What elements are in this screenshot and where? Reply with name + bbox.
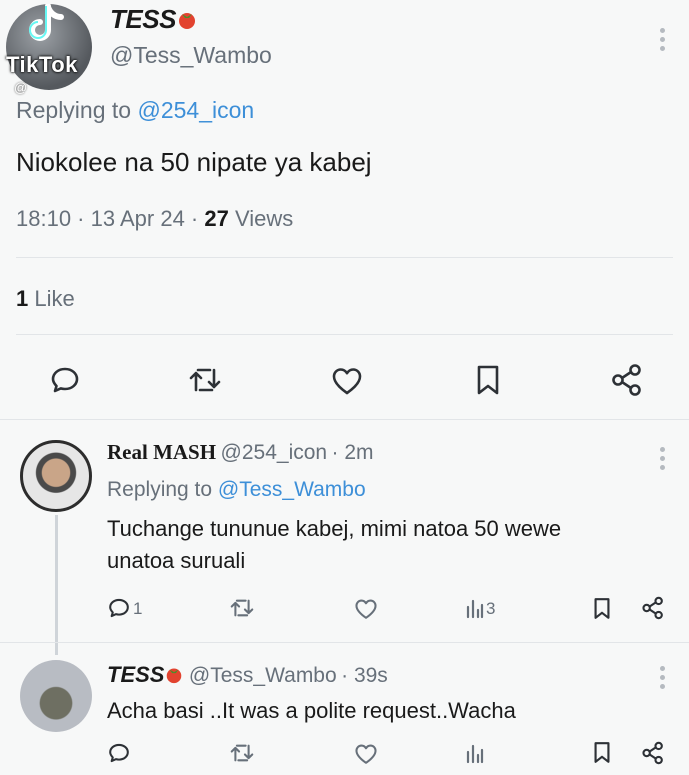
tiktok-watermark: TikTok [6, 52, 78, 77]
like-icon[interactable] [331, 366, 363, 396]
retweet-icon[interactable] [229, 742, 255, 764]
more-options-icon[interactable] [660, 447, 666, 474]
author-name[interactable]: TESS [110, 4, 198, 35]
views-count: 27 [204, 206, 229, 231]
like-icon[interactable] [354, 743, 378, 765]
author-handle[interactable]: @Tess_Wambo [110, 42, 272, 69]
bookmark-icon[interactable] [592, 597, 612, 620]
views-label: Views [234, 206, 294, 231]
reply-text: Tuchange tununue kabej, mimi natoa 50 we… [107, 513, 561, 577]
reply-author-handle[interactable]: @Tess_Wambo [189, 664, 337, 687]
more-options-icon[interactable] [660, 28, 666, 55]
reply-author-avatar[interactable] [20, 440, 92, 512]
share-icon[interactable] [641, 741, 665, 765]
reply-count: 1 [133, 599, 143, 618]
reply-time[interactable]: · 2m [332, 441, 374, 464]
reply-icon[interactable] [50, 365, 80, 395]
divider [16, 257, 673, 258]
tomato-emoji-icon [178, 13, 195, 29]
divider [16, 334, 673, 335]
reply-author-handle[interactable]: @254_icon [221, 441, 328, 464]
tweet-date[interactable]: 13 Apr 24 [91, 206, 185, 231]
reply-icon[interactable] [108, 742, 130, 764]
reply-header: TESS @Tess_Wambo · 39s [107, 662, 388, 688]
tweet-time[interactable]: 18:10 [16, 206, 71, 231]
more-options-icon[interactable] [660, 666, 666, 693]
replying-to: Replying to @254_icon [16, 97, 254, 124]
share-icon[interactable] [641, 596, 665, 620]
likes-summary[interactable]: 1 Like [16, 286, 75, 312]
views-icon[interactable] [466, 597, 484, 619]
reply-icon[interactable] [108, 597, 130, 619]
bookmark-icon[interactable] [592, 741, 612, 764]
likes-count: 1 [16, 286, 29, 311]
replying-to: Replying to @Tess_Wambo [107, 478, 366, 502]
reply-text-line: Tuchange tununue kabej, mimi natoa 50 we… [107, 516, 562, 541]
like-icon[interactable] [354, 598, 378, 620]
reply-time[interactable]: · 39s [341, 664, 388, 687]
replying-to-handle-link[interactable]: @254_icon [137, 97, 254, 123]
thread-line [55, 515, 58, 655]
reply-author-name[interactable]: Real MASH [107, 440, 216, 464]
bookmark-icon[interactable] [474, 364, 502, 396]
likes-label: Like [34, 286, 75, 311]
reply-author-name[interactable]: TESS [107, 662, 164, 687]
reply-author-avatar[interactable] [20, 660, 92, 732]
tomato-emoji-icon [167, 668, 182, 684]
tweet-text: Niokolee na 50 nipate ya kabej [16, 147, 372, 177]
share-icon[interactable] [610, 363, 644, 397]
reply-text-line: unatoa suruali [107, 548, 246, 573]
author-name-text: TESS [110, 4, 176, 34]
replying-to-prefix: Replying to [16, 97, 132, 123]
retweet-icon[interactable] [188, 365, 222, 395]
tiktok-logo-icon [29, 4, 64, 41]
divider [0, 642, 689, 643]
replying-to-prefix: Replying to [107, 478, 213, 501]
reply-header: Real MASH @254_icon · 2m [107, 440, 374, 465]
divider [0, 419, 689, 420]
tweet-meta: 18:10 · 13 Apr 24 · 27 Views [16, 206, 294, 231]
replying-to-handle-link[interactable]: @Tess_Wambo [218, 478, 366, 501]
tiktok-watermark-handle: @ [14, 80, 28, 95]
views-count: 3 [486, 599, 496, 618]
reply-text: Acha basi ..It was a polite request..Wac… [107, 698, 516, 723]
views-icon[interactable] [466, 742, 484, 764]
retweet-icon[interactable] [229, 597, 255, 619]
